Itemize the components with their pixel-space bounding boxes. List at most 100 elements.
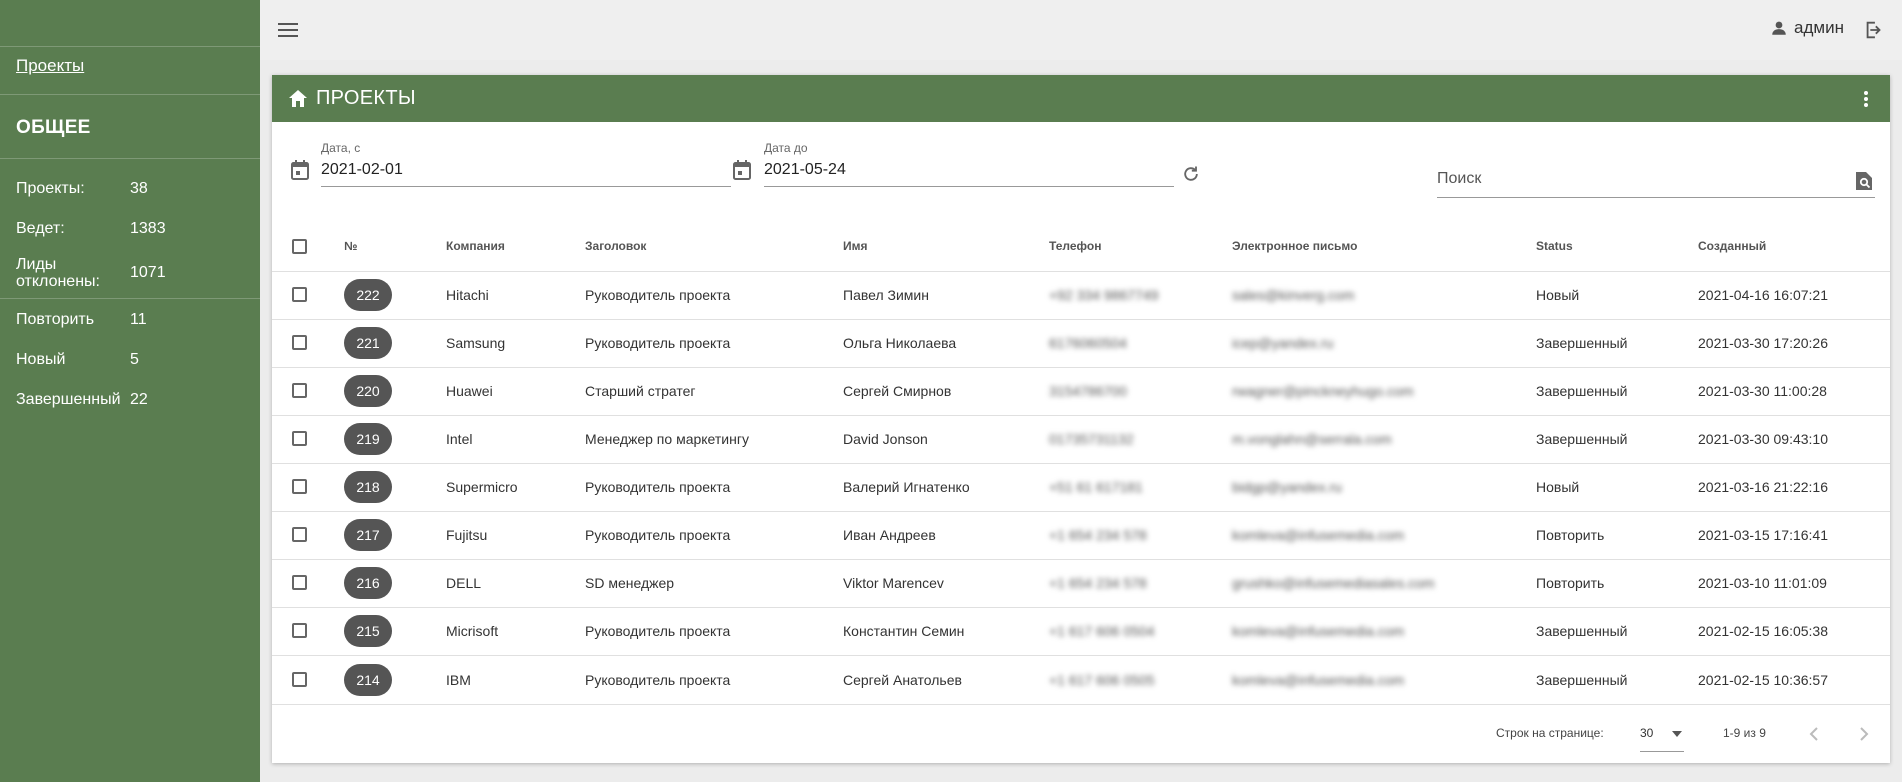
cell-name: Иван Андреев xyxy=(843,527,936,543)
cell-phone: +1 617 606 0505 xyxy=(1049,672,1155,688)
next-page-icon[interactable] xyxy=(1854,722,1874,746)
cell-status: Завершенный xyxy=(1536,672,1628,688)
table-row[interactable]: 219 Intel Менеджер по маркетингу David J… xyxy=(272,415,1890,463)
column-header-phone[interactable]: Телефон xyxy=(1049,239,1101,253)
cell-created: 2021-02-15 10:36:57 xyxy=(1698,672,1828,688)
username: админ xyxy=(1794,18,1844,37)
cell-name: Павел Зимин xyxy=(843,287,929,303)
column-header-created[interactable]: Созданный xyxy=(1698,239,1766,253)
refresh-icon[interactable] xyxy=(1180,163,1202,185)
cell-company: Samsung xyxy=(446,335,506,351)
logout-icon[interactable] xyxy=(1862,18,1886,42)
table-row[interactable]: 221 Samsung Руководитель проекта Ольга Н… xyxy=(272,319,1890,367)
table-row[interactable]: 215 Micrisoft Руководитель проекта Конст… xyxy=(272,607,1890,655)
table-row[interactable]: 220 Huawei Старший стратег Сергей Смирно… xyxy=(272,367,1890,415)
page-title: ПРОЕКТЫ xyxy=(316,87,416,109)
sidebar-section-title: ОБЩЕЕ xyxy=(16,117,91,138)
search-icon[interactable] xyxy=(1855,171,1873,191)
cell-created: 2021-03-30 17:20:26 xyxy=(1698,335,1828,351)
cell-email: komleva@infusemedia.com xyxy=(1232,672,1405,688)
user-menu[interactable]: админ xyxy=(1770,18,1844,38)
row-checkbox[interactable] xyxy=(292,575,307,590)
cell-title: Старший стратег xyxy=(585,383,696,399)
date-to-label: Дата до xyxy=(764,141,808,155)
search-input[interactable]: Поиск xyxy=(1437,170,1481,188)
table-row[interactable]: 214 IBM Руководитель проекта Сергей Анат… xyxy=(272,656,1890,704)
cell-name: David Jonson xyxy=(843,431,928,447)
table-row[interactable]: 216 DELL SD менеджер Viktor Marencev +1 … xyxy=(272,559,1890,607)
cell-status: Завершенный xyxy=(1536,335,1628,351)
sidebar-link-projects[interactable]: Проекты xyxy=(16,56,84,76)
cell-status: Завершенный xyxy=(1536,431,1628,447)
row-checkbox[interactable] xyxy=(292,383,307,398)
table-row[interactable]: 222 Hitachi Руководитель проекта Павел З… xyxy=(272,271,1890,319)
cell-name: Сергей Смирнов xyxy=(843,383,952,399)
row-checkbox[interactable] xyxy=(292,335,307,350)
cell-company: Supermicro xyxy=(446,479,518,495)
cell-title: Руководитель проекта xyxy=(585,527,731,543)
date-to-value[interactable]: 2021-05-24 xyxy=(764,161,846,179)
top-bar: админ xyxy=(260,0,1902,60)
cell-email: m.vonglahn@serrala.com xyxy=(1232,431,1392,447)
field-underline xyxy=(1437,197,1875,198)
id-badge: 217 xyxy=(344,519,392,551)
rows-per-page-select[interactable]: 30 xyxy=(1640,718,1684,752)
cell-created: 2021-03-10 11:01:09 xyxy=(1698,575,1827,591)
cell-title: Руководитель проекта xyxy=(585,672,731,688)
person-icon xyxy=(1772,21,1786,35)
row-checkbox[interactable] xyxy=(292,479,307,494)
more-vert-icon[interactable] xyxy=(1854,87,1878,111)
row-divider xyxy=(272,704,1890,705)
home-icon xyxy=(289,90,307,107)
sidebar-divider xyxy=(0,46,260,47)
column-header-email[interactable]: Электронное письмо xyxy=(1232,239,1357,253)
stat-value: 38 xyxy=(130,180,148,197)
search-field[interactable]: Поиск xyxy=(1437,168,1875,198)
cell-title: Руководитель проекта xyxy=(585,479,731,495)
id-badge: 220 xyxy=(344,375,392,407)
row-checkbox[interactable] xyxy=(292,527,307,542)
column-header-number[interactable]: № xyxy=(344,239,357,253)
stat-label: Новый xyxy=(16,351,66,368)
date-from-value[interactable]: 2021-02-01 xyxy=(321,161,403,179)
cell-phone: 01735731132 xyxy=(1049,431,1134,447)
cell-email: bidgp@yandex.ru xyxy=(1232,479,1342,495)
date-from-field[interactable]: Дата, с 2021-02-01 xyxy=(321,141,731,187)
cell-created: 2021-03-15 17:16:41 xyxy=(1698,527,1828,543)
select-all-checkbox[interactable] xyxy=(292,239,307,254)
date-to-field[interactable]: Дата до 2021-05-24 xyxy=(764,141,1174,187)
cell-email: icep@yandex.ru xyxy=(1232,335,1334,351)
column-header-status[interactable]: Status xyxy=(1536,239,1573,253)
calendar-icon[interactable] xyxy=(733,160,751,180)
prev-page-icon[interactable] xyxy=(1804,722,1824,746)
menu-icon[interactable] xyxy=(276,18,300,42)
stat-value: 1383 xyxy=(130,220,166,237)
cell-name: Viktor Marencev xyxy=(843,575,944,591)
stat-label: Проекты: xyxy=(16,180,85,197)
calendar-icon[interactable] xyxy=(291,160,309,180)
table-row[interactable]: 218 Supermicro Руководитель проекта Вале… xyxy=(272,463,1890,511)
cell-status: Новый xyxy=(1536,479,1580,495)
cell-phone: +92 334 9867749 xyxy=(1049,287,1159,303)
cell-company: IBM xyxy=(446,672,471,688)
id-badge: 216 xyxy=(344,567,392,599)
cell-phone: +1 617 606 0504 xyxy=(1049,623,1155,639)
cell-title: SD менеджер xyxy=(585,575,675,591)
cell-phone: +1 654 234 578 xyxy=(1049,527,1147,543)
cell-created: 2021-04-16 16:07:21 xyxy=(1698,287,1828,303)
stat-value: 5 xyxy=(130,351,139,368)
cell-email: sales@kinverg.com xyxy=(1232,287,1355,303)
cell-status: Повторить xyxy=(1536,575,1605,591)
table-row[interactable]: 217 Fujitsu Руководитель проекта Иван Ан… xyxy=(272,511,1890,559)
cell-name: Сергей Анатольев xyxy=(843,672,962,688)
cell-title: Руководитель проекта xyxy=(585,623,731,639)
row-checkbox[interactable] xyxy=(292,287,307,302)
row-checkbox[interactable] xyxy=(292,672,307,687)
column-header-company[interactable]: Компания xyxy=(446,239,505,253)
column-header-title[interactable]: Заголовок xyxy=(585,239,646,253)
row-checkbox[interactable] xyxy=(292,623,307,638)
column-header-name[interactable]: Имя xyxy=(843,239,868,253)
row-checkbox[interactable] xyxy=(292,431,307,446)
id-badge: 219 xyxy=(344,423,392,455)
cell-name: Ольга Николаева xyxy=(843,335,957,351)
